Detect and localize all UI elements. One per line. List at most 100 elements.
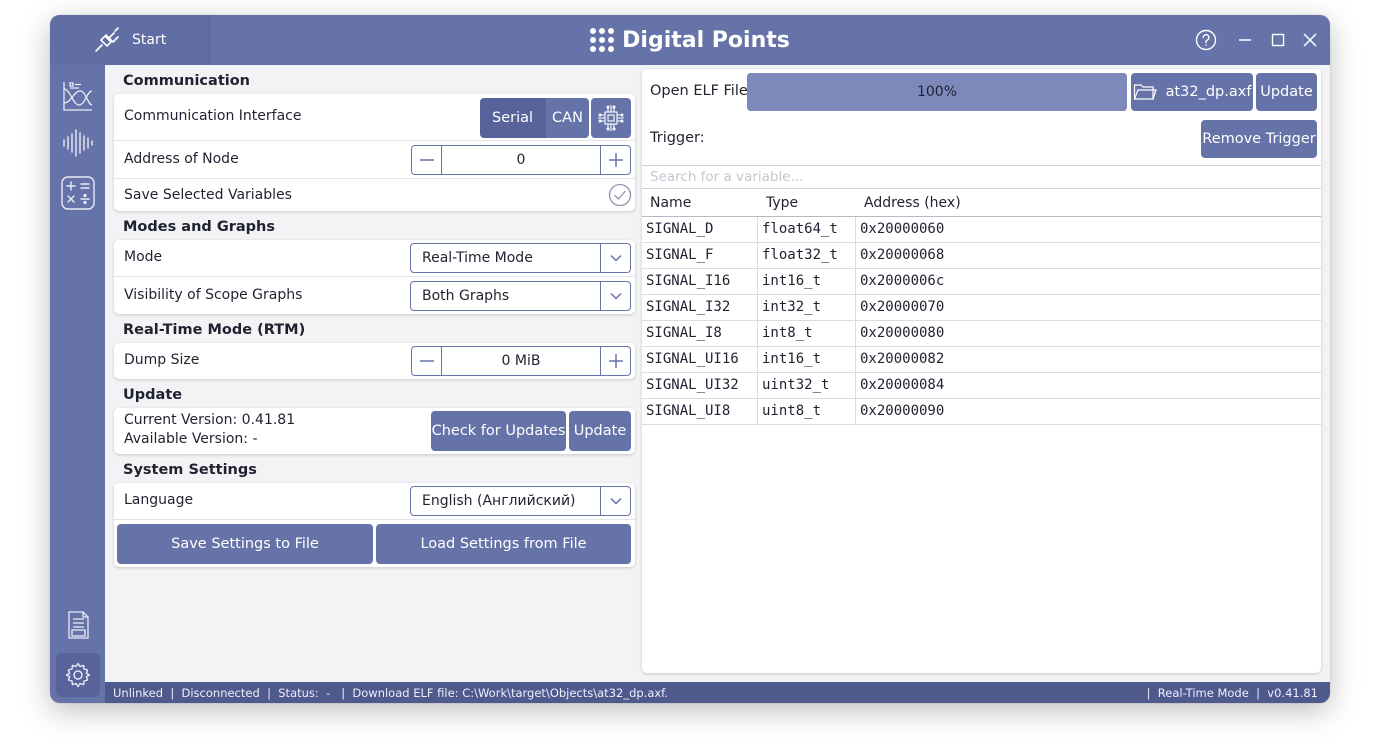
- table-row[interactable]: SIGNAL_I16 int16_t 0x2000006c: [642, 269, 1321, 295]
- table-row[interactable]: SIGNAL_UI8 uint8_t 0x20000090: [642, 399, 1321, 425]
- cell-address: 0x20000084: [860, 377, 945, 393]
- sidebar-item-log[interactable]: [58, 605, 98, 645]
- cell-address: 0x20000082: [860, 351, 945, 367]
- cell-address: 0x20000068: [860, 247, 945, 263]
- sidebar-item-scope[interactable]: [58, 76, 98, 116]
- node-address-decrement-button[interactable]: [412, 146, 442, 174]
- update-button[interactable]: Update: [569, 411, 631, 451]
- interface-config-button[interactable]: [591, 98, 631, 138]
- section-title-modes: Modes and Graphs: [123, 219, 275, 235]
- node-address-row: Address of Node 0: [114, 141, 635, 179]
- table-row[interactable]: SIGNAL_F float32_t 0x20000068: [642, 243, 1321, 269]
- chevron-down-icon: [609, 497, 622, 505]
- check-updates-button[interactable]: Check for Updates: [431, 411, 566, 451]
- cell-name: SIGNAL_UI8: [646, 403, 731, 419]
- section-title-system: System Settings: [123, 462, 257, 478]
- dump-size-value[interactable]: 0 MiB: [442, 347, 600, 375]
- can-button[interactable]: CAN: [545, 98, 589, 138]
- visibility-select-arrow: [600, 282, 630, 310]
- serial-button[interactable]: Serial: [480, 98, 545, 138]
- node-address-increment-button[interactable]: [600, 146, 630, 174]
- cell-name: SIGNAL_D: [646, 221, 714, 237]
- minimize-button[interactable]: [1230, 25, 1260, 55]
- language-select-value: English (Английский): [422, 493, 576, 509]
- save-variables-row: Save Selected Variables: [114, 179, 635, 211]
- dump-size-label: Dump Size: [124, 352, 200, 368]
- dump-size-increment-button[interactable]: [600, 347, 630, 375]
- mode-select[interactable]: Real-Time Mode: [410, 243, 631, 273]
- save-variables-checkbox[interactable]: [608, 183, 632, 207]
- variable-search-input[interactable]: Search for a variable...: [642, 165, 1321, 189]
- mode-select-arrow: [600, 244, 630, 272]
- table-row[interactable]: SIGNAL_UI32 uint32_t 0x20000084: [642, 373, 1321, 399]
- cell-name: SIGNAL_I32: [646, 299, 731, 315]
- cell-type: int16_t: [762, 273, 822, 289]
- help-button[interactable]: [1191, 25, 1221, 55]
- connector-icon: [95, 27, 119, 52]
- folder-icon: [1133, 84, 1157, 100]
- sidebar-item-calculator[interactable]: [58, 173, 98, 213]
- log-icon: [68, 611, 89, 639]
- available-version-label: Available Version: -: [124, 431, 258, 447]
- cell-name: SIGNAL_UI16: [646, 351, 739, 367]
- visibility-row: Visibility of Scope Graphs Both Graphs: [114, 277, 635, 314]
- elf-progress-text: 100%: [916, 84, 958, 100]
- status-bar: Unlinked | Disconnected | Status: - | Do…: [105, 682, 1330, 703]
- column-header-name[interactable]: Name: [650, 195, 691, 211]
- start-label: Start: [132, 32, 167, 48]
- load-settings-button[interactable]: Load Settings from File: [376, 524, 631, 564]
- table-row[interactable]: SIGNAL_UI16 int16_t 0x20000082: [642, 347, 1321, 373]
- maximize-icon: [1271, 33, 1285, 47]
- table-row[interactable]: SIGNAL_I8 int8_t 0x20000080: [642, 321, 1321, 347]
- language-select[interactable]: English (Английский): [410, 486, 631, 516]
- sidebar-item-settings[interactable]: [56, 653, 100, 697]
- section-title-rtm: Real-Time Mode (RTM): [123, 322, 306, 338]
- cell-type: float32_t: [762, 247, 838, 263]
- visibility-select[interactable]: Both Graphs: [410, 281, 631, 311]
- cell-type: uint8_t: [762, 403, 822, 419]
- column-header-address[interactable]: Address (hex): [864, 195, 961, 211]
- elf-file-button[interactable]: at32_dp.axf: [1131, 73, 1253, 111]
- modes-card: Mode Real-Time Mode Visibility of Scope …: [114, 240, 635, 314]
- chevron-down-icon: [609, 254, 622, 262]
- save-settings-button[interactable]: Save Settings to File: [117, 524, 373, 564]
- cell-type: int32_t: [762, 299, 822, 315]
- help-icon: [1195, 29, 1217, 51]
- variables-table-body: SIGNAL_D float64_t 0x20000060 SIGNAL_F f…: [642, 217, 1321, 425]
- cell-address: 0x20000060: [860, 221, 945, 237]
- elf-update-button[interactable]: Update: [1256, 73, 1317, 111]
- title-bar: Start Digital Points: [50, 15, 1330, 65]
- sidebar-item-trace[interactable]: [58, 123, 98, 163]
- node-address-label: Address of Node: [124, 151, 239, 167]
- node-address-stepper[interactable]: 0: [411, 145, 631, 175]
- app-title: Digital Points: [50, 15, 1330, 65]
- dump-size-decrement-button[interactable]: [412, 347, 442, 375]
- cell-type: uint32_t: [762, 377, 830, 393]
- column-header-type[interactable]: Type: [766, 195, 798, 211]
- waveform-icon: [63, 129, 93, 157]
- communication-card: Communication Interface Serial CAN Addre…: [114, 94, 635, 211]
- communication-interface-row: Communication Interface Serial CAN: [114, 94, 635, 141]
- app-window: Start Digital Points Communication Commu…: [50, 15, 1330, 703]
- trigger-label: Trigger:: [650, 130, 705, 146]
- start-button[interactable]: Start: [50, 15, 210, 65]
- minus-icon: [419, 360, 434, 362]
- table-row[interactable]: SIGNAL_I32 int32_t 0x20000070: [642, 295, 1321, 321]
- visibility-label: Visibility of Scope Graphs: [124, 287, 303, 303]
- language-label: Language: [124, 492, 194, 508]
- close-button[interactable]: [1295, 25, 1325, 55]
- mode-row: Mode Real-Time Mode: [114, 240, 635, 277]
- dump-size-stepper[interactable]: 0 MiB: [411, 346, 631, 376]
- table-row[interactable]: SIGNAL_D float64_t 0x20000060: [642, 217, 1321, 243]
- logo-icon: [590, 28, 615, 52]
- elf-progress-bar[interactable]: 100%: [747, 73, 1127, 111]
- save-variables-label: Save Selected Variables: [124, 187, 292, 203]
- remove-trigger-button[interactable]: Remove Trigger: [1201, 120, 1317, 158]
- update-card: Current Version: 0.41.81 Available Versi…: [114, 408, 635, 454]
- language-row: Language English (Английский): [114, 483, 635, 520]
- node-address-value[interactable]: 0: [442, 146, 600, 174]
- maximize-button[interactable]: [1263, 25, 1293, 55]
- cell-name: SIGNAL_I8: [646, 325, 722, 341]
- status-bar-left: Unlinked | Disconnected | Status: - | Do…: [113, 685, 669, 700]
- communication-interface-label: Communication Interface: [124, 108, 302, 124]
